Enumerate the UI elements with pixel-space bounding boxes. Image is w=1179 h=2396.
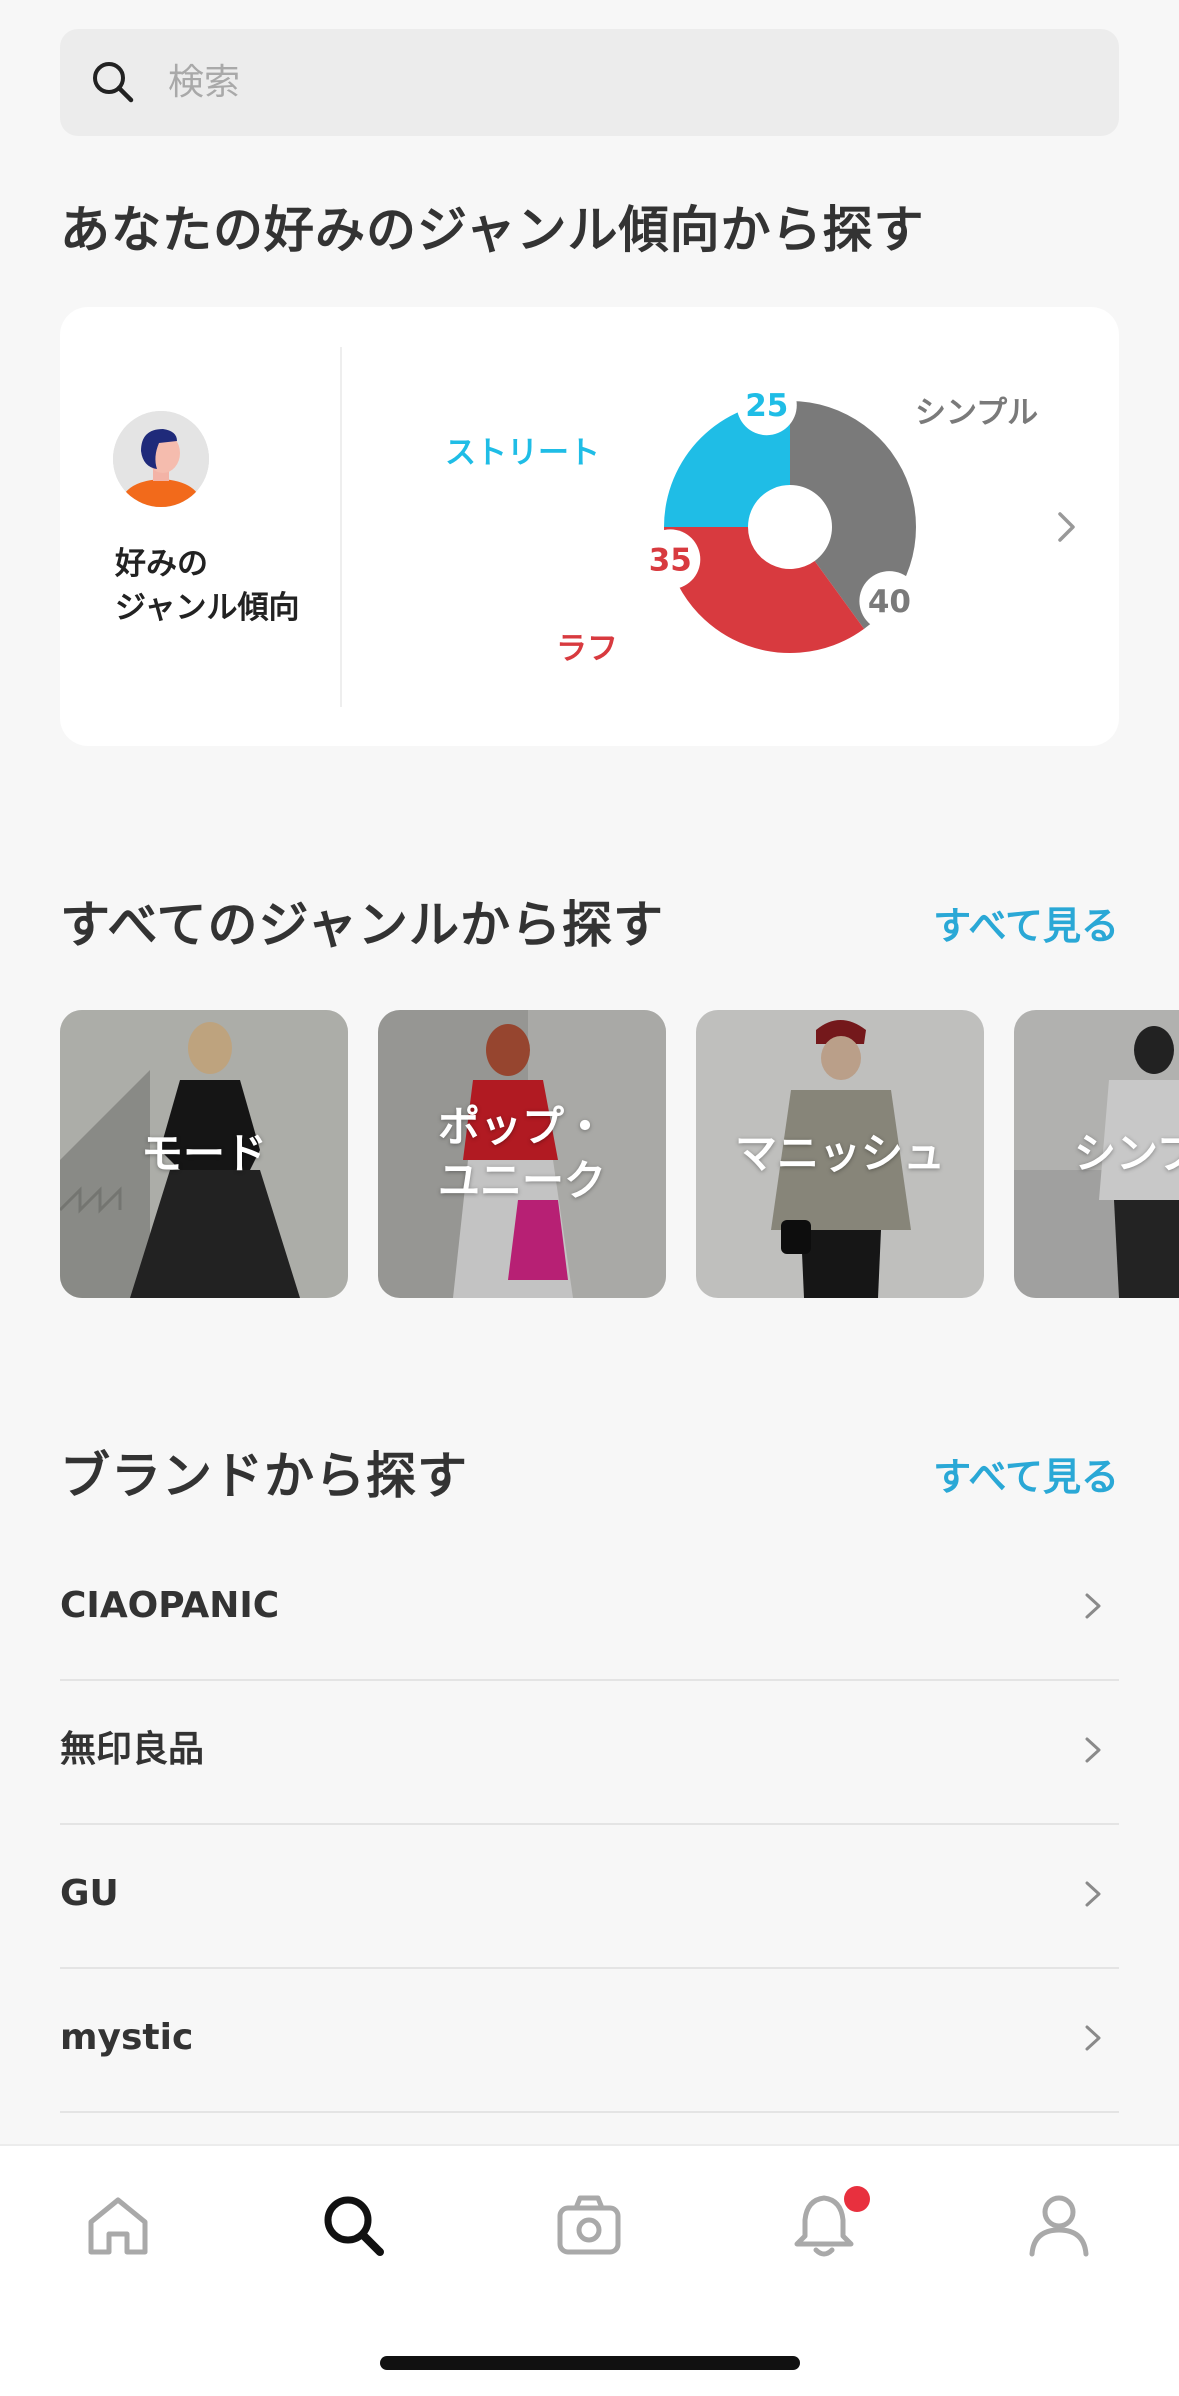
chevron-right-icon	[1058, 512, 1075, 542]
genre-donut-chart: 40 シンプル 35 ラフ 25 ストリート	[445, 375, 1038, 667]
genre-tile-mannish[interactable]: マニッシュ	[696, 1010, 984, 1298]
chevron-right-icon	[1085, 2025, 1101, 2051]
brand-name: mystic	[60, 2017, 194, 2058]
chevron-right-icon	[1085, 1881, 1101, 1907]
brand-name: GU	[60, 1873, 119, 1914]
camera-icon[interactable]	[554, 2190, 624, 2260]
search-icon	[93, 62, 134, 103]
genres-see-all-link[interactable]: すべて見る	[933, 901, 1119, 951]
brand-list: CIAOPANIC 無印良品 GU mystic	[60, 1537, 1119, 2113]
donut-category-label: シンプル	[915, 395, 1038, 431]
profile-icon[interactable]	[1024, 2190, 1094, 2260]
genre-tile-pop-unique[interactable]: ポップ・ ユニーク	[378, 1010, 666, 1298]
chevron-right-icon	[1085, 1593, 1101, 1619]
search-bar[interactable]: 検索	[60, 29, 1119, 136]
home-indicator	[380, 2356, 800, 2370]
genre-tile-mode[interactable]: モード	[60, 1010, 348, 1298]
taste-section-title: あなたの好みのジャンル傾向から探す	[60, 201, 925, 259]
brand-row-mujirushi[interactable]: 無印良品	[60, 1681, 1119, 1825]
brand-name: 無印良品	[60, 1729, 205, 1770]
genre-tile-label: ポップ・ ユニーク	[437, 1102, 606, 1205]
tab-bar	[0, 2144, 1179, 2396]
chevron-right-icon	[1085, 1737, 1101, 1763]
donut-category-label: ストリート	[445, 435, 600, 471]
notification-badge	[844, 2186, 870, 2212]
donut-value-label: 25	[745, 388, 788, 424]
avatar	[113, 411, 209, 507]
genres-section-title: すべてのジャンルから探す	[60, 896, 664, 954]
genre-tile-label: シンプ	[1074, 1129, 1179, 1178]
donut-value-label: 35	[649, 542, 692, 578]
taste-profile: 好みの ジャンル傾向	[60, 347, 342, 707]
brands-see-all-link[interactable]: すべて見る	[933, 1452, 1119, 1502]
genre-tile-simple[interactable]: シンプ	[1014, 1010, 1179, 1298]
taste-card[interactable]: 好みの ジャンル傾向 40 シンプル 35 ラフ 25 ストリート	[60, 307, 1119, 746]
genre-tile-label: マニッシュ	[734, 1129, 945, 1178]
brand-row-ciaopanic[interactable]: CIAOPANIC	[60, 1537, 1119, 1681]
home-icon[interactable]	[83, 2190, 153, 2260]
search-placeholder: 検索	[168, 62, 241, 103]
donut-value-label: 40	[868, 584, 911, 620]
brands-section-title: ブランドから探す	[60, 1447, 468, 1505]
taste-card-label: 好みの ジャンル傾向	[115, 546, 300, 626]
brand-row-gu[interactable]: GU	[60, 1825, 1119, 1969]
brand-name: CIAOPANIC	[60, 1585, 280, 1626]
genre-tile-label: モード	[140, 1129, 267, 1178]
donut-category-label: ラフ	[556, 631, 618, 667]
brand-row-mystic[interactable]: mystic	[60, 1969, 1119, 2113]
genre-carousel[interactable]: モード ポップ・ ユニーク マニッシュ シンプ	[60, 1010, 1179, 1298]
search-icon[interactable]	[318, 2190, 388, 2260]
